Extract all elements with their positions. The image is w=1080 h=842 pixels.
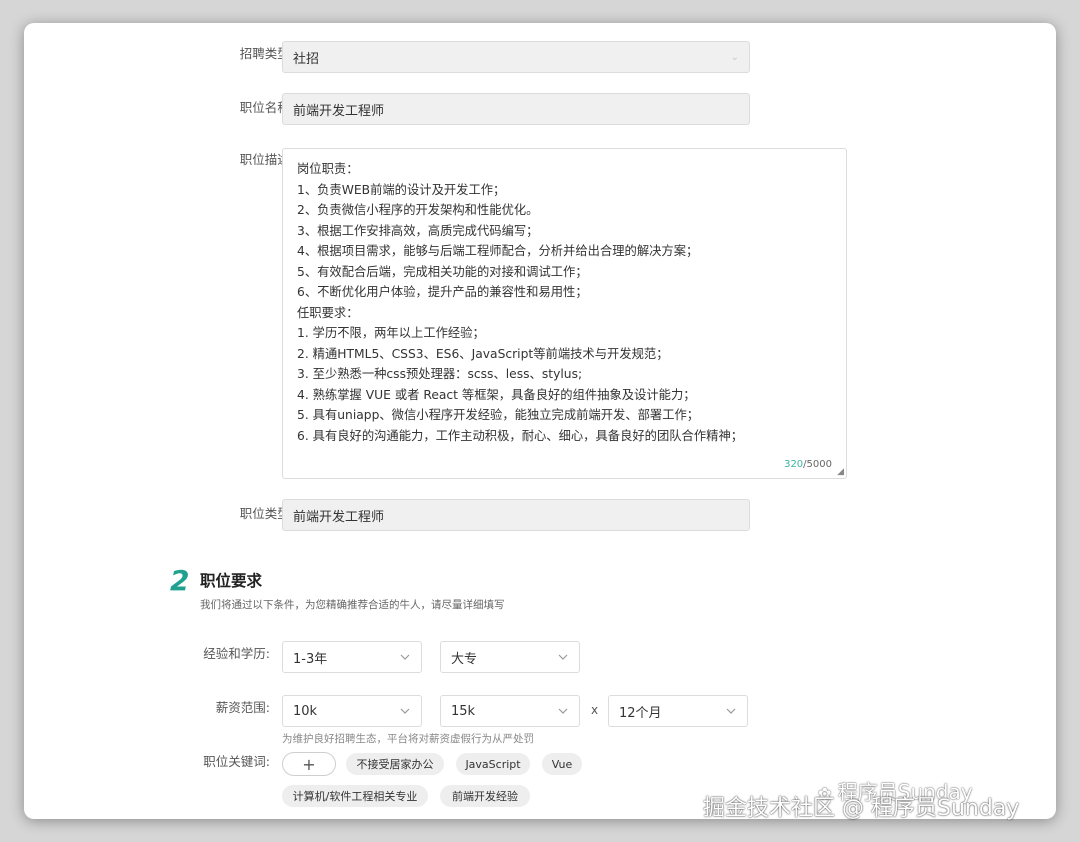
desc-line: 2、负责微信小程序的开发架构和性能优化。	[297, 203, 539, 217]
keywords-label: 职位关键词:	[203, 754, 270, 769]
section-title: 职位要求	[200, 572, 263, 590]
position-category-value: 前端开发工程师	[293, 509, 385, 525]
char-count-max: /5000	[803, 459, 832, 470]
keyword-tag[interactable]: JavaScript	[456, 753, 530, 775]
recruit-type-select[interactable]: 社招 ⌄	[282, 41, 750, 73]
position-name-label: 职位名称:	[239, 100, 294, 115]
salary-min-select[interactable]: 10k	[282, 695, 422, 727]
section-subtitle: 我们将通过以下条件，为您精确推荐合适的牛人，请尽量详细填写	[200, 599, 505, 611]
desc-line: 4. 熟练掌握 VUE 或者 React 等框架，具备良好的组件抽象及设计能力；	[297, 387, 696, 402]
desc-line: 任职要求：	[297, 305, 359, 320]
experience-value: 1-3年	[293, 651, 328, 667]
education-value: 大专	[451, 651, 478, 667]
salary-max-value: 15k	[451, 703, 476, 719]
desc-line: 岗位职责：	[297, 162, 359, 176]
keyword-tag[interactable]: 计算机/软件工程相关专业	[282, 785, 428, 807]
position-desc-label: 职位描述:	[239, 152, 294, 167]
desc-line: 3、根据工作安排高效，高质完成代码编写；	[297, 223, 539, 238]
experience-label: 经验和学历:	[203, 646, 270, 661]
salary-hint: 为维护良好招聘生态，平台将对薪资虚假行为从严处罚	[282, 733, 534, 745]
chevron-down-icon	[558, 708, 568, 714]
salary-min-value: 10k	[293, 703, 318, 719]
desc-line: 4、根据项目需求，能够与后端工程师配合，分析并给出合理的解决方案；	[297, 244, 699, 258]
chevron-down-icon	[400, 708, 410, 714]
months-select[interactable]: 12个月	[608, 695, 748, 727]
desc-line: 1、负责WEB前端的设计及开发工作；	[297, 182, 506, 197]
resize-handle-icon[interactable]: ◢	[837, 467, 844, 477]
position-category-label: 职位类型:	[239, 506, 294, 521]
position-desc-textarea[interactable]: 岗位职责： 1、负责WEB前端的设计及开发工作； 2、负责微信小程序的开发架构和性能…	[282, 148, 847, 479]
position-category-select[interactable]: 前端开发工程师	[282, 499, 750, 531]
position-desc-text: 岗位职责： 1、负责WEB前端的设计及开发工作； 2、负责微信小程序的开发架构和性能…	[297, 159, 743, 446]
position-name-input[interactable]: 前端开发工程师	[282, 93, 750, 125]
salary-max-select[interactable]: 15k	[440, 695, 580, 727]
keyword-tag[interactable]: 不接受居家办公	[346, 753, 444, 775]
char-counter: 320/5000	[784, 459, 832, 470]
desc-line: 6. 具有良好的沟通能力，工作主动积极，耐心、细心，具备良好的团队合作精神；	[297, 428, 744, 443]
desc-line: 6、不断优化用户体验，提升产品的兼容性和易用性；	[297, 285, 588, 299]
keyword-tag[interactable]: 前端开发经验	[440, 785, 530, 807]
chevron-down-icon	[400, 654, 410, 660]
desc-line: 1. 学历不限，两年以上工作经验；	[297, 326, 485, 340]
recruit-type-label: 招聘类型:	[239, 46, 294, 61]
keyword-tag[interactable]: Vue	[542, 753, 582, 775]
char-count-current: 320	[784, 459, 804, 470]
desc-line: 5. 具有uniapp、微信小程序开发经验，能独立完成前端开发、部署工作；	[297, 408, 700, 422]
chevron-down-icon	[726, 708, 736, 714]
add-keyword-button[interactable]: +	[282, 752, 336, 776]
section-number: 2	[170, 564, 190, 597]
education-select[interactable]: 大专	[440, 641, 580, 673]
experience-select[interactable]: 1-3年	[282, 641, 422, 673]
chevron-down-icon: ⌄	[730, 51, 739, 63]
recruit-type-value: 社招	[293, 51, 320, 67]
months-value: 12个月	[619, 705, 662, 721]
desc-line: 5、有效配合后端，完成相关功能的对接和调试工作；	[297, 264, 588, 279]
times-symbol: x	[591, 703, 599, 717]
form-card: 招聘类型: 社招 ⌄ 职位名称: 前端开发工程师 职位描述: 岗位职责： 1、负责…	[24, 23, 1056, 819]
desc-line: 2. 精通HTML5、CSS3、ES6、JavaScript等前端技术与开发规范…	[297, 346, 669, 361]
watermark-juejin: 掘金技术社区 @ 程序员Sunday	[703, 796, 1020, 821]
chevron-down-icon	[558, 654, 568, 660]
salary-label: 薪资范围:	[215, 700, 270, 715]
position-name-value: 前端开发工程师	[293, 103, 385, 119]
desc-line: 3. 至少熟悉一种css预处理器：scss、less、stylus;	[297, 367, 583, 381]
